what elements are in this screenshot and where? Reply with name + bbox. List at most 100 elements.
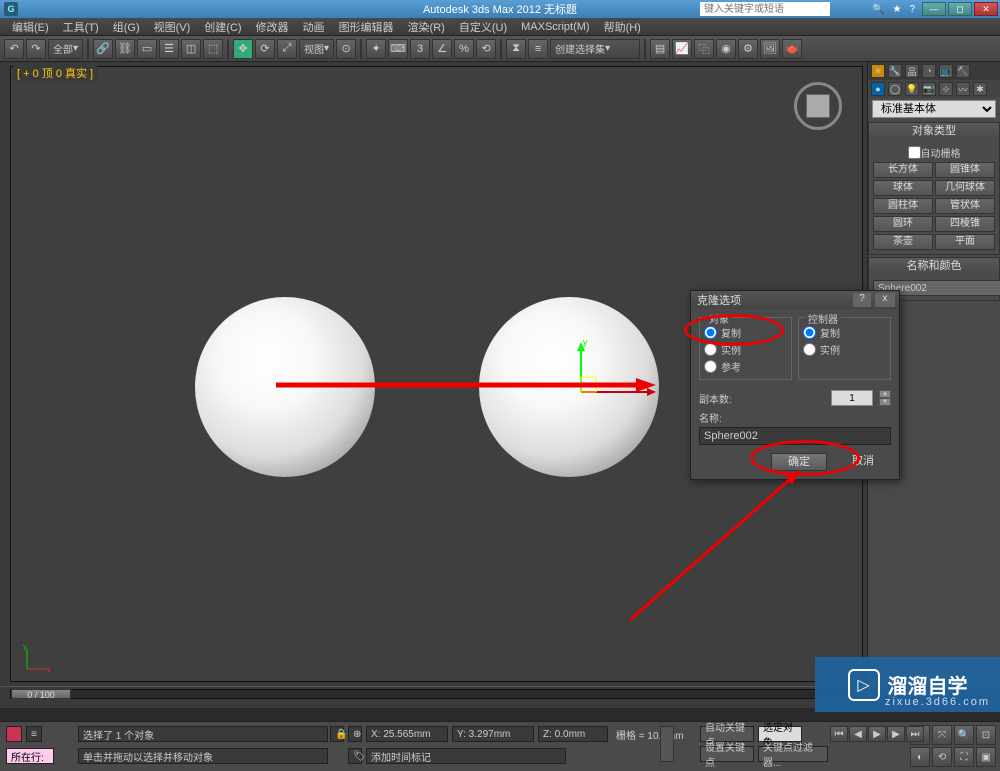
btn-geosphere[interactable]: 几何球体 bbox=[935, 180, 995, 196]
menu-modifiers[interactable]: 修改器 bbox=[250, 18, 295, 36]
tab-utilities[interactable]: 🔨 bbox=[956, 64, 970, 78]
subtab-lights[interactable]: 💡 bbox=[905, 82, 919, 96]
geometry-category-dropdown[interactable]: 标准基本体 bbox=[872, 100, 996, 118]
btn-pyramid[interactable]: 四棱锥 bbox=[935, 216, 995, 232]
menu-grapheditor[interactable]: 图形编辑器 bbox=[333, 18, 400, 36]
location-field[interactable]: 所在行: bbox=[6, 748, 54, 764]
cancel-button[interactable]: 取消 bbox=[835, 453, 891, 471]
snap-button[interactable]: 3 bbox=[410, 39, 430, 59]
subtab-shapes[interactable]: ◯ bbox=[888, 82, 902, 96]
viewport-label[interactable]: [ + 0 顶 0 真实 ] bbox=[13, 65, 97, 81]
redo-button[interactable]: ↷ bbox=[26, 39, 46, 59]
big-key-button[interactable] bbox=[660, 726, 674, 762]
tab-hierarchy[interactable]: 品 bbox=[905, 64, 919, 78]
radio-ctrl-instance[interactable]: 实例 bbox=[803, 341, 886, 358]
menu-views[interactable]: 视图(V) bbox=[148, 18, 197, 36]
angle-snap-button[interactable]: ∠ bbox=[432, 39, 452, 59]
prev-frame-button[interactable]: ◀ bbox=[849, 726, 867, 742]
coord-y[interactable]: Y: 3.297mm bbox=[452, 726, 534, 742]
viewcube[interactable] bbox=[794, 82, 842, 130]
time-slider-thumb[interactable]: 0 / 100 bbox=[11, 689, 71, 699]
link-button[interactable]: 🔗 bbox=[93, 39, 113, 59]
close-button[interactable]: ✕ bbox=[974, 2, 998, 16]
script-rec-icon[interactable] bbox=[6, 726, 22, 742]
subtab-cameras[interactable]: 📷 bbox=[922, 82, 936, 96]
render-setup-button[interactable]: ⚙ bbox=[738, 39, 758, 59]
radio-ctrl-copy[interactable]: 复制 bbox=[803, 324, 886, 341]
time-slider-track[interactable]: 0 / 100 bbox=[10, 689, 850, 699]
menu-rendering[interactable]: 渲染(R) bbox=[402, 18, 451, 36]
subtab-spacewarps[interactable]: 〰 bbox=[956, 82, 970, 96]
dialog-titlebar[interactable]: 克隆选项 ? x bbox=[691, 291, 899, 309]
next-frame-button[interactable]: ▶ bbox=[887, 726, 905, 742]
btn-plane[interactable]: 平面 bbox=[935, 234, 995, 250]
btn-torus[interactable]: 圆环 bbox=[873, 216, 933, 232]
spinner-up[interactable]: ▲ bbox=[879, 390, 891, 398]
btn-cylinder[interactable]: 圆柱体 bbox=[873, 198, 933, 214]
subtab-geometry[interactable]: ● bbox=[871, 82, 885, 96]
nav-orbit[interactable]: ⟲ bbox=[932, 747, 952, 767]
minimize-button[interactable]: — bbox=[922, 2, 946, 16]
btn-sphere[interactable]: 球体 bbox=[873, 180, 933, 196]
menu-animation[interactable]: 动画 bbox=[297, 18, 331, 36]
tab-display[interactable]: 📺 bbox=[939, 64, 953, 78]
layers-button[interactable]: ▤ bbox=[650, 39, 670, 59]
refcoord-dropdown[interactable]: 视图 ▾ bbox=[299, 39, 334, 59]
help-search-input[interactable] bbox=[700, 2, 830, 16]
percent-snap-button[interactable]: % bbox=[454, 39, 474, 59]
radio-copy[interactable]: 复制 bbox=[704, 324, 787, 341]
timetag-field[interactable]: 添加时间标记 bbox=[366, 748, 566, 764]
coord-mode-icon[interactable]: ⊕ bbox=[348, 726, 362, 742]
coord-z[interactable]: Z: 0.0mm bbox=[538, 726, 608, 742]
select-button[interactable]: ▭ bbox=[137, 39, 157, 59]
btn-tube[interactable]: 管状体 bbox=[935, 198, 995, 214]
script-mini-icon[interactable]: ≡ bbox=[26, 726, 42, 742]
goto-start-button[interactable]: ⏮ bbox=[830, 726, 848, 742]
nav-maximize[interactable]: ⛶ bbox=[954, 747, 974, 767]
play-button[interactable]: ▶ bbox=[868, 726, 886, 742]
key-filters-button[interactable]: 关键点过滤器... bbox=[758, 746, 828, 762]
keyboard-button[interactable]: ⌨ bbox=[388, 39, 408, 59]
rotate-button[interactable]: ⟳ bbox=[255, 39, 275, 59]
dialog-close-button[interactable]: x bbox=[875, 293, 895, 307]
scale-button[interactable]: ⤢ bbox=[277, 39, 297, 59]
tab-create[interactable]: ✳ bbox=[871, 64, 885, 78]
subtab-helpers[interactable]: ⊹ bbox=[939, 82, 953, 96]
quick-render-button[interactable]: 🫖 bbox=[782, 39, 802, 59]
btn-cone[interactable]: 圆锥体 bbox=[935, 162, 995, 178]
unlink-button[interactable]: ⛓ bbox=[115, 39, 135, 59]
nav-fov[interactable]: ◐ bbox=[910, 747, 930, 767]
timetag-icon[interactable]: 🏷 bbox=[348, 748, 362, 764]
rollout-header-namecolor[interactable]: 名称和颜色 bbox=[869, 258, 999, 274]
material-button[interactable]: ◉ bbox=[716, 39, 736, 59]
menu-maxscript[interactable]: MAXScript(M) bbox=[515, 20, 595, 34]
menu-tools[interactable]: 工具(T) bbox=[57, 18, 105, 36]
menu-group[interactable]: 组(G) bbox=[107, 18, 146, 36]
align-button[interactable]: ≡ bbox=[528, 39, 548, 59]
ok-button[interactable]: 确定 bbox=[771, 453, 827, 471]
nav-walk[interactable]: ⤧ bbox=[932, 725, 952, 745]
radio-instance[interactable]: 实例 bbox=[704, 341, 787, 358]
curve-editor-button[interactable]: 📈 bbox=[672, 39, 692, 59]
maximize-button[interactable]: ◻ bbox=[948, 2, 972, 16]
mirror-button[interactable]: ⧗ bbox=[506, 39, 526, 59]
render-frame-button[interactable]: 🖼 bbox=[760, 39, 780, 59]
rollout-header-objtype[interactable]: 对象类型 bbox=[869, 123, 999, 139]
move-button[interactable]: ✥ bbox=[233, 39, 253, 59]
btn-teapot[interactable]: 茶壶 bbox=[873, 234, 933, 250]
btn-box[interactable]: 长方体 bbox=[873, 162, 933, 178]
nav-zoom-all[interactable]: ⊡ bbox=[976, 725, 996, 745]
tab-motion[interactable]: ◔ bbox=[922, 64, 936, 78]
menu-help[interactable]: 帮助(H) bbox=[598, 18, 647, 36]
scope-dropdown[interactable]: 全部 ▾ bbox=[48, 39, 83, 59]
search-mini-icon[interactable]: 🔍 bbox=[872, 4, 884, 15]
clone-name-input[interactable] bbox=[699, 427, 891, 445]
help-icon[interactable]: ? bbox=[909, 4, 915, 15]
select-name-button[interactable]: ☰ bbox=[159, 39, 179, 59]
star-icon[interactable]: ★ bbox=[892, 4, 901, 15]
move-gizmo-icon[interactable]: y bbox=[551, 337, 671, 457]
nav-region[interactable]: ▣ bbox=[976, 747, 996, 767]
window-crossing-button[interactable]: ⬚ bbox=[203, 39, 223, 59]
set-key-button[interactable]: 设置关键点 bbox=[700, 746, 754, 762]
schematic-button[interactable]: ⿻ bbox=[694, 39, 714, 59]
